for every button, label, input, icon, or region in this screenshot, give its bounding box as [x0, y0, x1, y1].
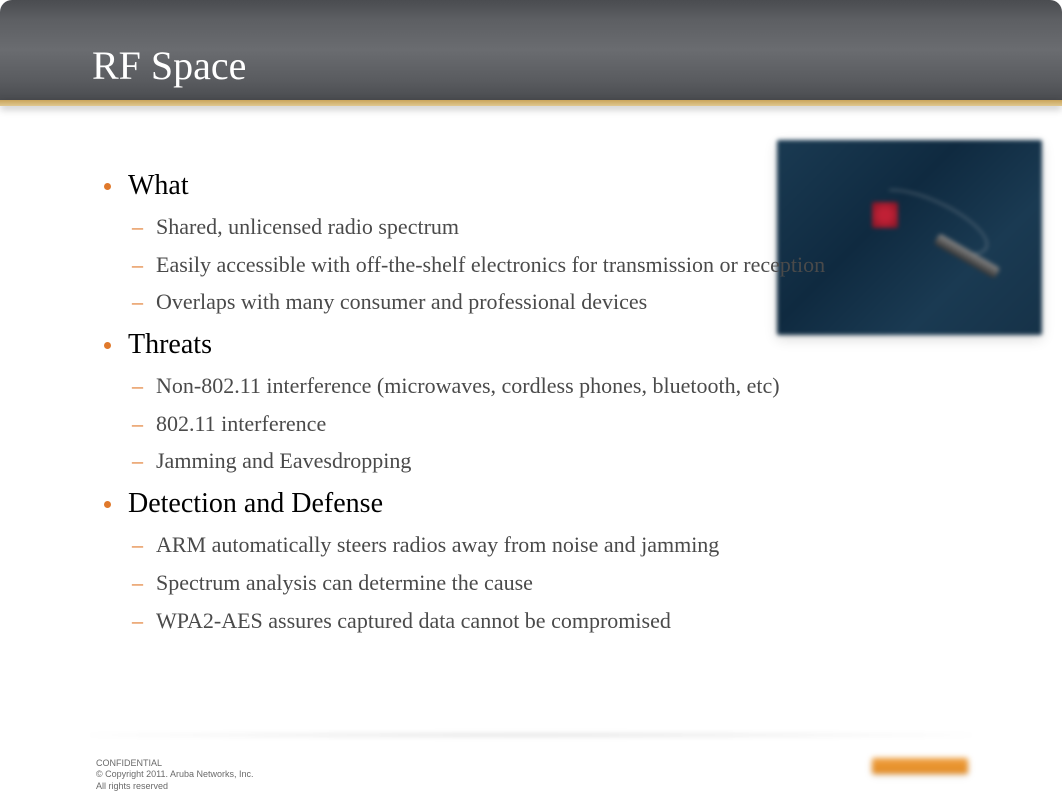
slide-title: RF Space: [92, 42, 246, 89]
list-item: 802.11 interference: [100, 409, 960, 439]
list-item: Jamming and Eavesdropping: [100, 446, 960, 476]
header-bar: RF Space: [0, 0, 1062, 100]
section-heading: Detection and Defense: [100, 488, 960, 520]
brand-logo: [872, 758, 968, 774]
footer-divider: [90, 732, 972, 738]
list-item: Shared, unlicensed radio spectrum: [100, 212, 960, 242]
list-item: Overlaps with many consumer and professi…: [100, 287, 960, 317]
footer-copyright: © Copyright 2011. Aruba Networks, Inc.: [96, 769, 254, 780]
footer-rights: All rights reserved: [96, 781, 254, 792]
footer-text: CONFIDENTIAL © Copyright 2011. Aruba Net…: [96, 758, 254, 792]
section-heading: Threats: [100, 329, 960, 361]
section-threats: Threats Non-802.11 interference (microwa…: [100, 329, 960, 476]
slide: RF Space What Shared, unlicensed radio s…: [0, 0, 1062, 797]
section-what: What Shared, unlicensed radio spectrum E…: [100, 170, 960, 317]
list-item: ARM automatically steers radios away fro…: [100, 530, 960, 560]
list-item: Easily accessible with off-the-shelf ele…: [100, 250, 960, 280]
content-area: What Shared, unlicensed radio spectrum E…: [100, 170, 960, 647]
footer-confidential: CONFIDENTIAL: [96, 758, 254, 769]
list-item: Non-802.11 interference (microwaves, cor…: [100, 371, 960, 401]
section-detection: Detection and Defense ARM automatically …: [100, 488, 960, 635]
list-item: Spectrum analysis can determine the caus…: [100, 568, 960, 598]
list-item: WPA2-AES assures captured data cannot be…: [100, 606, 960, 636]
section-heading: What: [100, 170, 960, 202]
